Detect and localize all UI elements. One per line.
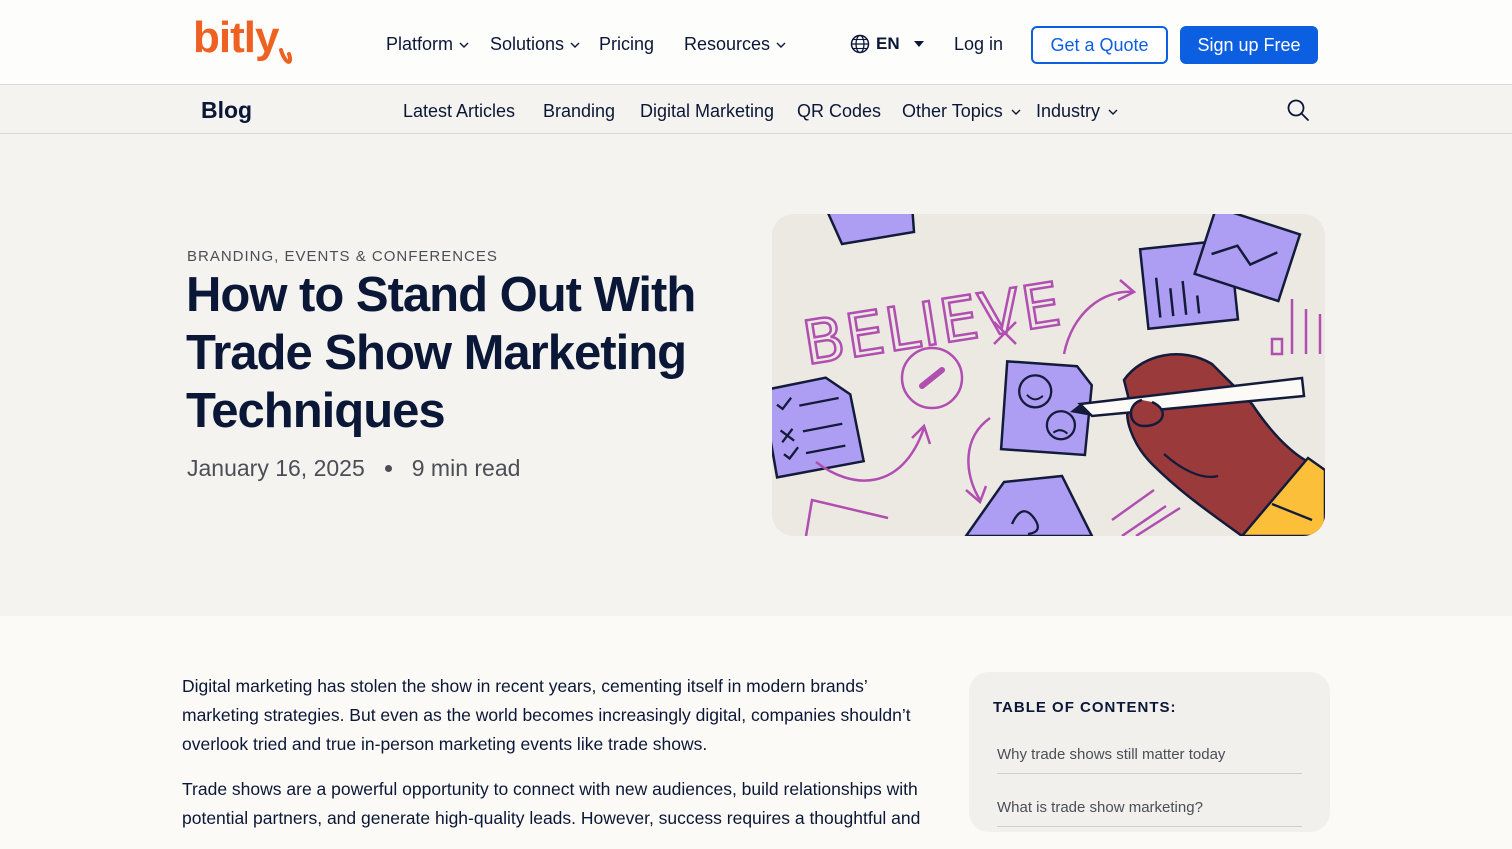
article-hero: BRANDING, EVENTS & CONFERENCES How to St… [0,134,1512,616]
top-navigation: bitly Platform Solutions Pricing Resourc… [0,0,1512,85]
blog-nav-digital-marketing[interactable]: Digital Marketing [640,101,774,122]
blog-nav-label: QR Codes [797,101,882,121]
nav-solutions-label: Solutions [490,34,565,54]
article-body: Digital marketing has stolen the show in… [182,672,942,849]
table-of-contents: TABLE OF CONTENTS: Why trade shows still… [969,672,1330,832]
blog-nav-label: Industry [1036,101,1101,121]
toc-item[interactable]: What is trade show marketing? [997,799,1302,827]
hero-illustration: BELIEVE [772,214,1325,536]
get-quote-button[interactable]: Get a Quote [1031,26,1168,64]
blog-nav-latest-articles[interactable]: Latest Articles [403,101,515,122]
blog-home-link[interactable]: Blog [201,97,252,124]
login-link[interactable]: Log in [954,34,1003,55]
globe-icon [850,34,870,54]
nav-resources[interactable]: Resources [684,34,786,55]
read-time: 9 min read [411,455,521,481]
bitly-logo[interactable]: bitly [193,14,297,72]
blog-nav-other-topics[interactable]: Other Topics [902,101,1021,122]
nav-resources-label: Resources [684,34,771,54]
blog-nav-industry[interactable]: Industry [1036,101,1118,122]
publish-date: January 16, 2025 [187,455,365,481]
article-meta: January 16, 2025 9 min read [187,455,520,482]
blog-nav-label: Other Topics [902,101,1003,121]
blog-nav-branding[interactable]: Branding [543,101,615,122]
chevron-down-icon [570,42,580,48]
chevron-down-icon [459,42,469,48]
article-paragraph: Digital marketing has stolen the show in… [182,676,911,754]
language-selector[interactable]: EN [850,34,926,54]
caret-down-icon [913,41,924,47]
blog-nav-label: Branding [543,101,616,121]
language-code: EN [876,34,900,53]
hero-illustration-art: BELIEVE [772,214,1325,536]
chevron-down-icon [1108,109,1118,115]
chevron-down-icon [776,42,786,48]
article-paragraph: Trade shows are a powerful opportunity t… [182,779,921,828]
blog-navigation: Blog Latest Articles Branding Digital Ma… [0,85,1512,134]
nav-platform[interactable]: Platform [386,34,469,55]
search-icon[interactable] [1286,98,1310,122]
nav-platform-label: Platform [386,34,454,54]
separator-dot [384,465,392,472]
toc-item[interactable]: Why trade shows still matter today [997,746,1302,774]
nav-pricing[interactable]: Pricing [599,34,654,55]
article-category[interactable]: BRANDING, EVENTS & CONFERENCES [187,248,498,265]
logo-text: bitly [193,14,280,62]
blog-nav-label: Digital Marketing [640,101,775,121]
nav-pricing-label: Pricing [599,34,655,54]
chevron-down-icon [1011,109,1021,115]
nav-solutions[interactable]: Solutions [490,34,580,55]
blog-nav-label: Latest Articles [403,101,516,121]
sign-up-button[interactable]: Sign up Free [1180,26,1318,64]
blog-nav-qr-codes[interactable]: QR Codes [797,101,881,122]
toc-title: TABLE OF CONTENTS: [993,699,1177,716]
article-title: How to Stand Out With Trade Show Marketi… [186,268,696,438]
